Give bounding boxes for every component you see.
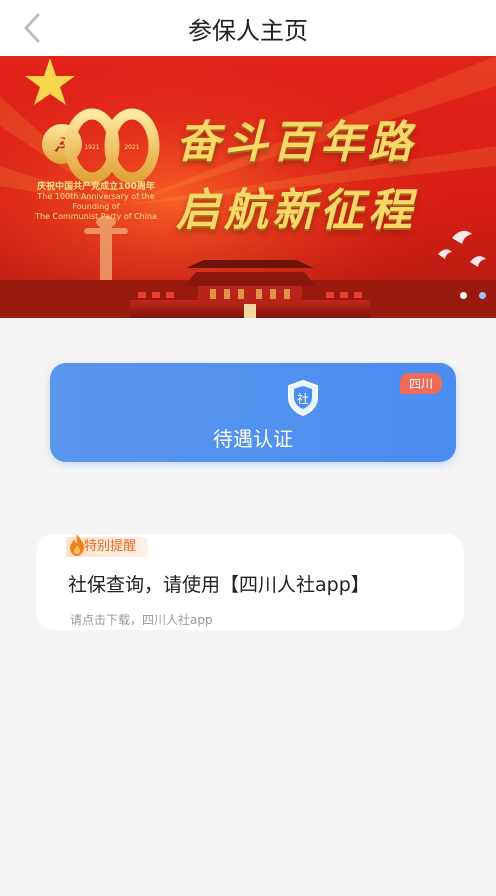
emblem-caption-en-1: The 100th Anniversary of the Founding of (37, 192, 155, 211)
emblem-caption: 庆祝中国共产党成立100周年 The 100th Anniversary of … (32, 182, 160, 222)
back-button[interactable] (14, 10, 50, 46)
page-title: 参保人主页 (188, 16, 308, 45)
social-security-shield-icon: 社 (288, 379, 318, 417)
emblem-caption-en-2: The Communist Party of China (35, 212, 157, 221)
notice-card[interactable]: 特别提醒 社保查询，请使用【四川人社app】 请点击下载，四川人社app (36, 534, 464, 630)
region-badge: 四川 (399, 373, 442, 394)
notice-text: 社保查询，请使用【四川人社app】 (68, 574, 370, 596)
service-label: 待遇认证 (213, 427, 293, 451)
carousel-dot-active[interactable] (460, 292, 467, 299)
year-right: 2021 (124, 144, 139, 151)
banner-carousel[interactable]: ☭ 1921 2021 庆祝中国共产党成立100周年 The 100th Ann… (0, 56, 496, 318)
benefit-certification-button[interactable]: 四川 社 待遇认证 (50, 363, 456, 462)
year-left: 1921 (84, 144, 99, 151)
chevron-left-icon[interactable] (21, 12, 43, 44)
flame-icon (70, 534, 84, 556)
banner-slogan-line1: 奋斗百年路 (176, 117, 416, 168)
carousel-dot[interactable] (479, 292, 486, 299)
top-nav-bar: 参保人主页 (0, 0, 496, 56)
emblem-caption-cn: 庆祝中国共产党成立100周年 (37, 182, 155, 192)
banner-slogan-line2: 启航新征程 (176, 185, 416, 236)
download-link[interactable]: 请点击下载，四川人社app (70, 611, 213, 628)
shield-icon-text: 社 (297, 391, 309, 406)
carousel-indicator (460, 292, 486, 299)
